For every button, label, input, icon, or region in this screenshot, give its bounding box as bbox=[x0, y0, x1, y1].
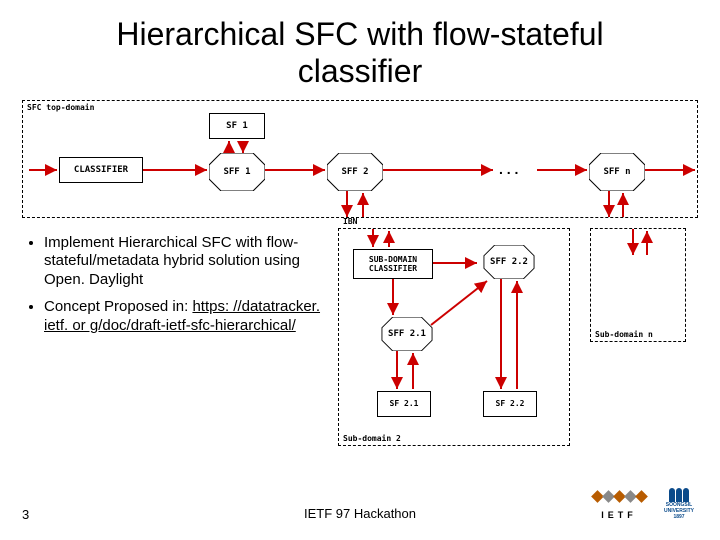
top-domain-diagram: SFC top-domain CLASSIFIER SF 1 SFF 1 SFF… bbox=[22, 100, 698, 218]
sub-domain-2-diagram: IBN SUB-DOMAIN CLASSIFIER SFF 2.2 SFF 2.… bbox=[338, 228, 570, 446]
sub-domain-n-diagram: Sub-domain n bbox=[590, 228, 686, 342]
slide-title: Hierarchical SFC with flow-stateful clas… bbox=[98, 16, 622, 90]
bullet-list: Implement Hierarchical SFC with flow-sta… bbox=[18, 228, 338, 344]
sub-domain-n-label: Sub-domain n bbox=[595, 330, 653, 339]
subn-arrows bbox=[591, 229, 685, 341]
top-arrows bbox=[23, 101, 697, 217]
soongsil-logo: SOONGSIL UNIVERSITY 1897 bbox=[656, 488, 702, 520]
page-number: 3 bbox=[22, 507, 29, 522]
ietf-logo: IETF bbox=[588, 492, 650, 520]
ibn-label: IBN bbox=[343, 217, 357, 226]
slide-footer: 3 IETF 97 Hackathon IETF SOONGSIL UNIVER… bbox=[0, 496, 720, 530]
bullet-2: Concept Proposed in: https: //datatracke… bbox=[44, 298, 330, 336]
sub-domain-2-label: Sub-domain 2 bbox=[343, 434, 401, 443]
bullet-1: Implement Hierarchical SFC with flow-sta… bbox=[44, 234, 330, 290]
sub2-arrows bbox=[339, 229, 569, 445]
